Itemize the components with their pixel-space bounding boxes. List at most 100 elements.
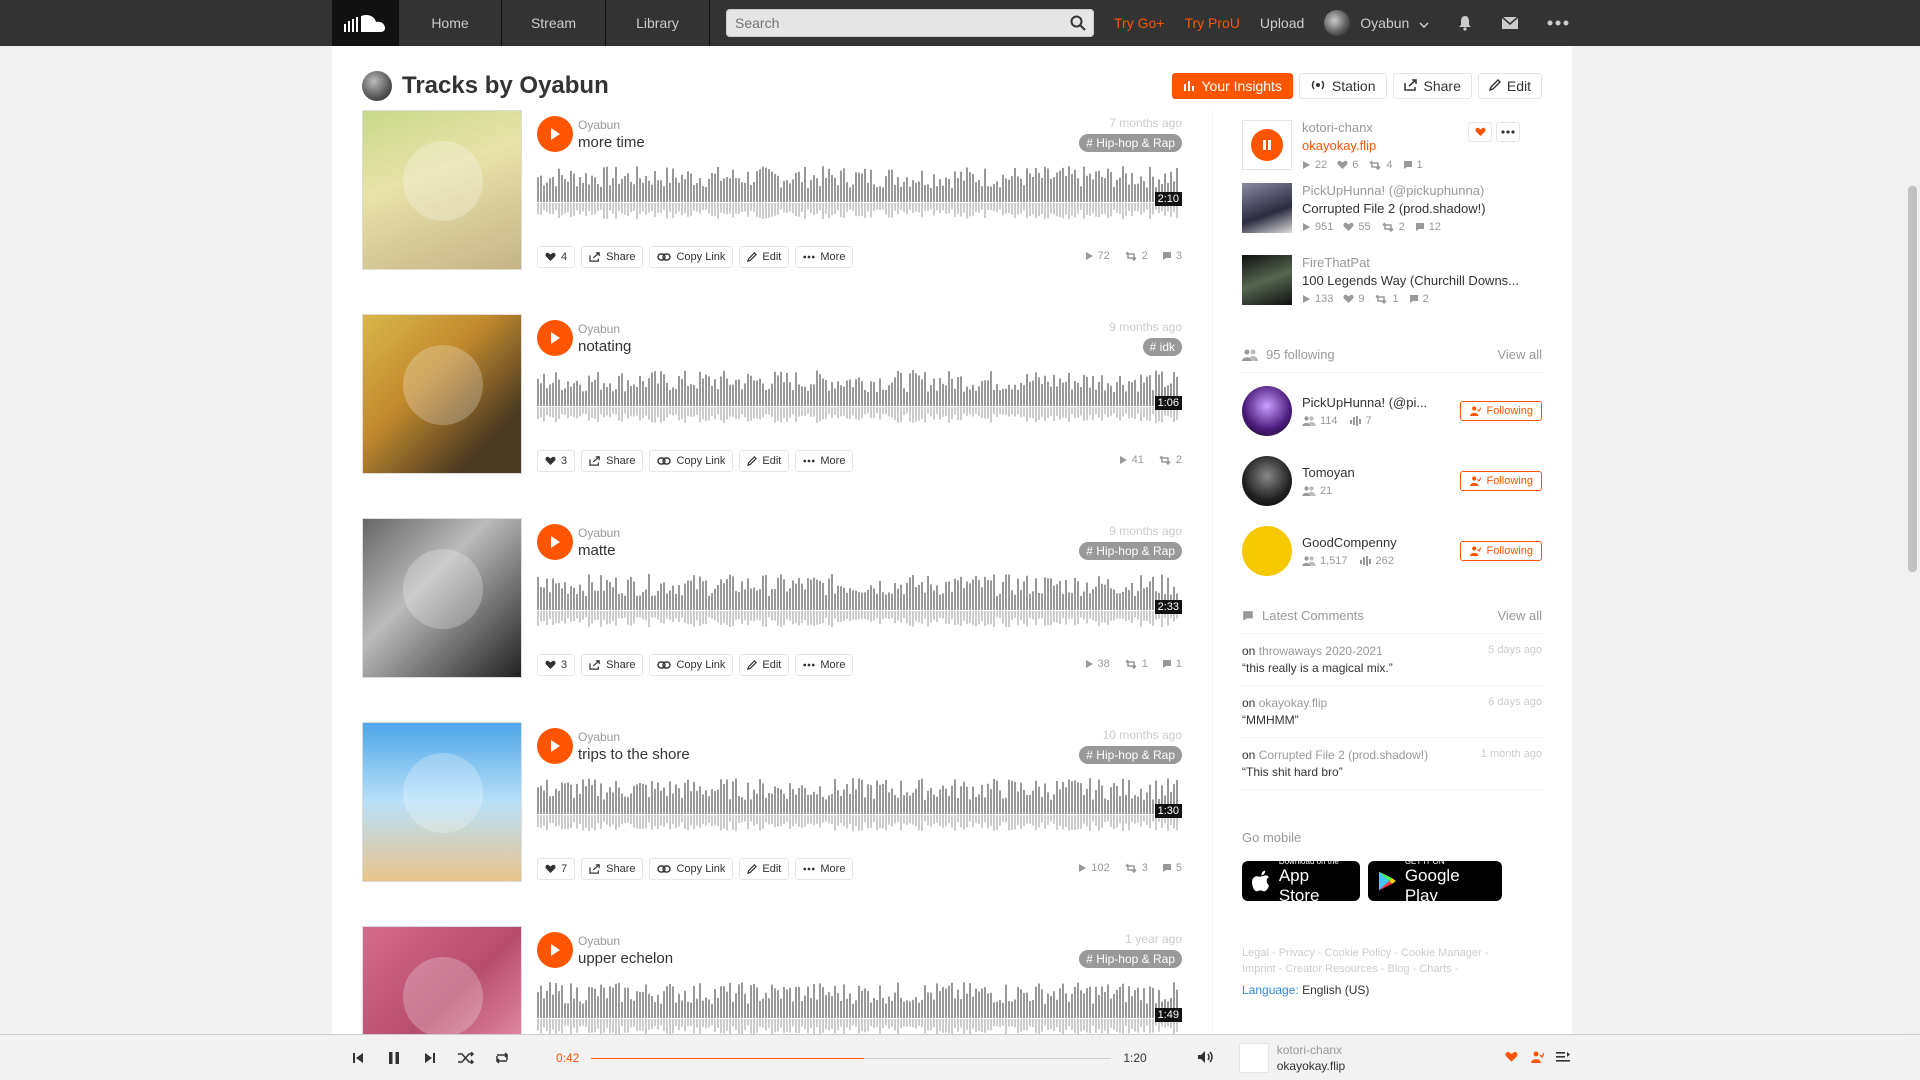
progress-bar[interactable] (591, 1057, 1112, 1059)
track-user[interactable]: Oyabun (578, 322, 620, 336)
following-user-name[interactable]: GoodCompenny (1302, 535, 1397, 550)
track-user[interactable]: Oyabun (578, 934, 620, 948)
copy-link-button[interactable]: Copy Link (649, 246, 734, 268)
next-track-button[interactable] (412, 1052, 448, 1064)
track-title[interactable]: matte (578, 542, 616, 559)
waveform[interactable] (537, 980, 1182, 1034)
profile-avatar[interactable] (362, 71, 392, 101)
search-input[interactable] (726, 9, 1094, 37)
genre-tag[interactable]: # Hip-hop & Rap (1079, 134, 1182, 152)
notifications-bell-icon[interactable] (1457, 15, 1473, 31)
following-button[interactable]: Following (1459, 471, 1542, 491)
legal-line-1[interactable]: Legal - Privacy - Cookie Policy - Cookie… (1242, 945, 1542, 961)
track-user[interactable]: Oyabun (578, 730, 620, 744)
track-artwork[interactable] (362, 314, 522, 474)
edit-button[interactable]: Edit (1477, 73, 1542, 99)
player-track-title[interactable]: okayokay.flip (1277, 1059, 1345, 1073)
track-more-button[interactable]: More (795, 654, 854, 676)
language-label[interactable]: Language: (1242, 983, 1299, 997)
copy-link-button[interactable]: Copy Link (649, 450, 734, 472)
player-follow-button[interactable] (1530, 1051, 1545, 1066)
volume-button[interactable] (1197, 1050, 1215, 1067)
legal-line-2[interactable]: Imprint - Creator Resources - Blog - Cha… (1242, 961, 1542, 977)
genre-tag[interactable]: # idk (1142, 338, 1182, 356)
related-track-artwork[interactable] (1242, 183, 1292, 233)
like-button[interactable]: 7 (537, 858, 576, 880)
track-artwork[interactable] (362, 518, 522, 678)
related-track[interactable]: FireThatPat 100 Legends Way (Churchill D… (1242, 255, 1542, 327)
comments-view-all-link[interactable]: View all (1497, 608, 1542, 623)
page-scrollbar[interactable] (1904, 46, 1920, 1034)
copy-link-button[interactable]: Copy Link (649, 654, 734, 676)
comment-track-link[interactable]: Corrupted File 2 (prod.shadow!) (1259, 748, 1428, 762)
waveform[interactable] (537, 776, 1182, 834)
track-user[interactable]: Oyabun (578, 526, 620, 540)
repeat-button[interactable] (484, 1051, 520, 1065)
player-artwork[interactable] (1238, 1043, 1269, 1073)
now-playing-user[interactable]: kotori-chanx (1302, 120, 1423, 135)
track-artwork[interactable] (362, 722, 522, 882)
track-edit-button[interactable]: Edit (739, 450, 790, 472)
google-play-badge[interactable]: GET IT ON Google Play (1368, 857, 1502, 905)
upload-link[interactable]: Upload (1260, 15, 1304, 31)
following-user-avatar[interactable] (1242, 456, 1292, 506)
following-count[interactable]: 95 following (1266, 347, 1335, 362)
related-track-user[interactable]: PickUpHunna! (@pickuphunna) (1302, 183, 1542, 198)
track-more-button[interactable]: More (795, 858, 854, 880)
genre-tag[interactable]: # Hip-hop & Rap (1079, 950, 1182, 968)
track-share-button[interactable]: Share (581, 450, 644, 472)
track-edit-button[interactable]: Edit (739, 654, 790, 676)
track-title[interactable]: more time (578, 134, 645, 151)
copy-link-button[interactable]: Copy Link (649, 858, 734, 880)
following-user-avatar[interactable] (1242, 386, 1292, 436)
related-track-title[interactable]: Corrupted File 2 (prod.shadow!) (1302, 201, 1542, 216)
search-icon[interactable] (1070, 15, 1086, 34)
pause-button[interactable] (376, 1051, 412, 1065)
genre-tag[interactable]: # Hip-hop & Rap (1079, 542, 1182, 560)
track-title[interactable]: notating (578, 338, 631, 355)
nav-stream[interactable]: Stream (502, 0, 606, 46)
now-playing-artwork[interactable] (1242, 120, 1292, 170)
soundcloud-logo[interactable] (332, 0, 398, 46)
player-like-button[interactable] (1505, 1051, 1518, 1066)
waveform[interactable] (537, 572, 1182, 630)
try-pro-link[interactable]: Try ProU (1184, 15, 1239, 31)
comment-track-link[interactable]: throwaways 2020-2021 (1259, 644, 1383, 658)
comment-track-link[interactable]: okayokay.flip (1259, 696, 1327, 710)
queue-button[interactable] (1556, 1051, 1570, 1066)
genre-tag[interactable]: # Hip-hop & Rap (1079, 746, 1182, 764)
now-playing-like-button[interactable] (1468, 122, 1492, 142)
related-track-title[interactable]: 100 Legends Way (Churchill Downs... (1302, 273, 1542, 288)
track-share-button[interactable]: Share (581, 246, 644, 268)
more-dots-icon[interactable] (1547, 20, 1569, 26)
try-go-link[interactable]: Try Go+ (1114, 15, 1164, 31)
play-button[interactable] (537, 116, 573, 152)
track-more-button[interactable]: More (795, 450, 854, 472)
play-button[interactable] (537, 728, 573, 764)
track-more-button[interactable]: More (795, 246, 854, 268)
now-playing-title[interactable]: okayokay.flip (1302, 138, 1423, 153)
play-button[interactable] (537, 524, 573, 560)
related-track-user[interactable]: FireThatPat (1302, 255, 1542, 270)
following-user-avatar[interactable] (1242, 526, 1292, 576)
like-button[interactable]: 3 (537, 450, 576, 472)
play-button[interactable] (537, 320, 573, 356)
like-button[interactable]: 3 (537, 654, 576, 676)
your-insights-button[interactable]: Your Insights (1172, 73, 1293, 99)
track-artwork[interactable] (362, 110, 522, 270)
station-button[interactable]: Station (1298, 73, 1387, 99)
track-title[interactable]: upper echelon (578, 950, 673, 967)
share-button[interactable]: Share (1392, 73, 1472, 99)
waveform[interactable] (537, 368, 1182, 426)
scrollbar-thumb[interactable] (1908, 186, 1917, 572)
waveform[interactable] (537, 164, 1182, 222)
like-button[interactable]: 4 (537, 246, 576, 268)
track-share-button[interactable]: Share (581, 858, 644, 880)
play-button[interactable] (537, 932, 573, 968)
shuffle-button[interactable] (448, 1052, 484, 1064)
following-button[interactable]: Following (1459, 401, 1542, 421)
legal-links[interactable]: Legal - Privacy - Cookie Policy - Cookie… (1242, 945, 1542, 977)
following-user-name[interactable]: Tomoyan (1302, 465, 1355, 480)
now-playing-more-button[interactable] (1496, 122, 1520, 142)
nav-library[interactable]: Library (606, 0, 710, 46)
